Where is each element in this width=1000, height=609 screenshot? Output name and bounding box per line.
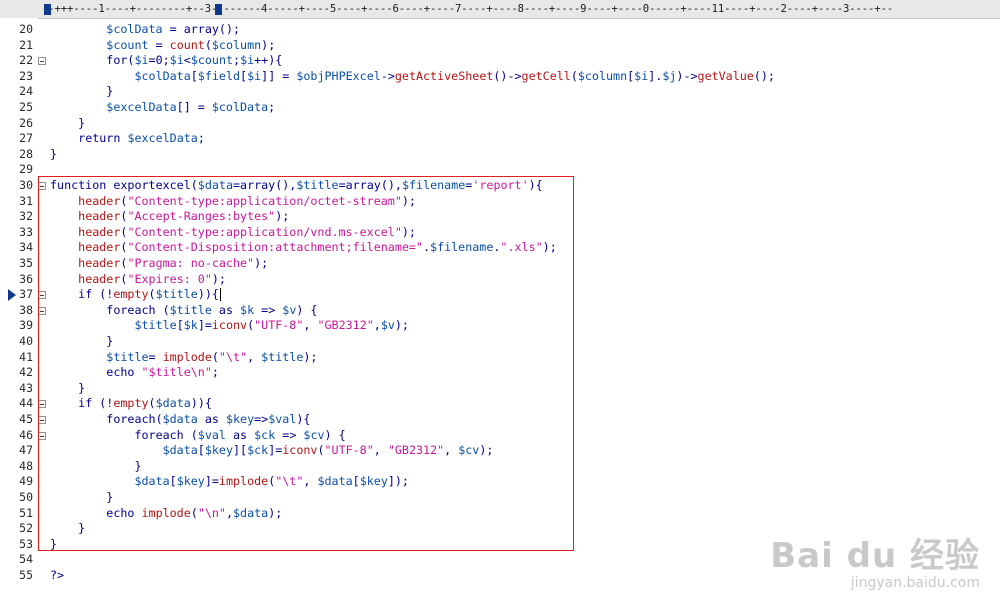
code-text[interactable]: }: [50, 147, 57, 163]
line-number: 27: [19, 131, 33, 146]
baidu-jingyan-logo: Bai du 经验: [770, 536, 980, 576]
line-number: 26: [19, 115, 33, 130]
code-line-23[interactable]: 23 $colData[$field[$i]] = $objPHPExcel->…: [0, 69, 1000, 85]
line-number: 34: [19, 240, 33, 255]
line-number: 30: [19, 178, 33, 192]
line-number: 40: [19, 334, 33, 348]
line-number: 41: [19, 349, 33, 364]
line-number: 47: [19, 443, 33, 458]
line-number: 43: [19, 380, 33, 395]
code-line-26[interactable]: 26 }: [0, 116, 1000, 132]
ruler-ticks: --+++----1----+--------+--3--------4----…: [42, 3, 894, 15]
line-number: 22: [19, 53, 33, 68]
line-number: 38: [19, 302, 33, 317]
line-number: 55: [19, 568, 33, 582]
code-text[interactable]: }: [50, 84, 113, 100]
code-text[interactable]: return $excelData;: [50, 131, 205, 147]
line-number: 48: [19, 458, 33, 473]
code-text[interactable]: for($i=0;$i<$count;$i++){: [50, 53, 282, 69]
code-line-27[interactable]: 27 return $excelData;: [0, 131, 1000, 147]
line-number: 28: [19, 146, 33, 161]
code-line-20[interactable]: 20 $colData = array();: [0, 22, 1000, 38]
line-number: 25: [19, 100, 33, 114]
current-line-arrow-icon: [8, 289, 16, 302]
line-number: 53: [19, 536, 33, 551]
code-text[interactable]: $colData = array();: [50, 22, 240, 38]
code-line-28[interactable]: 28}: [0, 147, 1000, 163]
line-number: 24: [19, 84, 33, 99]
line-number: 52: [19, 521, 33, 536]
line-number: 44: [19, 396, 33, 411]
code-text[interactable]: $count = count($column);: [50, 38, 275, 54]
watermark: Bai du 经验 jingyan.baidu.com: [770, 528, 980, 591]
code-line-21[interactable]: 21 $count = count($column);: [0, 38, 1000, 54]
line-number: 39: [19, 318, 33, 333]
line-number: 42: [19, 365, 33, 380]
line-number: 51: [19, 505, 33, 520]
ruler-left-marker[interactable]: [44, 4, 51, 15]
code-line-25[interactable]: 25 $excelData[] = $colData;: [0, 100, 1000, 116]
line-number: 46: [19, 427, 33, 442]
code-line-22[interactable]: 22 for($i=0;$i<$count;$i++){: [0, 53, 1000, 69]
code-text[interactable]: $excelData[] = $colData;: [50, 100, 275, 116]
line-number: 31: [19, 193, 33, 208]
line-number: 54: [19, 552, 33, 567]
code-text[interactable]: $colData[$field[$i]] = $objPHPExcel->get…: [50, 69, 775, 85]
line-number: 33: [19, 224, 33, 239]
code-text[interactable]: }: [50, 116, 85, 132]
line-number: 37: [19, 287, 33, 302]
function-highlight-box: [38, 176, 574, 551]
code-line-24[interactable]: 24 }: [0, 84, 1000, 100]
line-number: 32: [19, 209, 33, 224]
line-number: 50: [19, 490, 33, 504]
line-number: 29: [19, 162, 33, 177]
line-number: 20: [19, 22, 33, 36]
watermark-url: jingyan.baidu.com: [850, 575, 980, 591]
line-number: 35: [19, 256, 33, 270]
line-number: 21: [19, 37, 33, 52]
column-ruler: --+++----1----+--------+--3--------4----…: [0, 0, 1000, 19]
line-number: 45: [19, 412, 33, 426]
ruler-cursor-marker[interactable]: [215, 4, 222, 15]
line-number: 49: [19, 474, 33, 489]
line-number: 23: [19, 68, 33, 83]
code-text[interactable]: ?>: [50, 568, 64, 584]
line-number: 36: [19, 271, 33, 286]
fold-toggle-icon[interactable]: [38, 57, 46, 66]
